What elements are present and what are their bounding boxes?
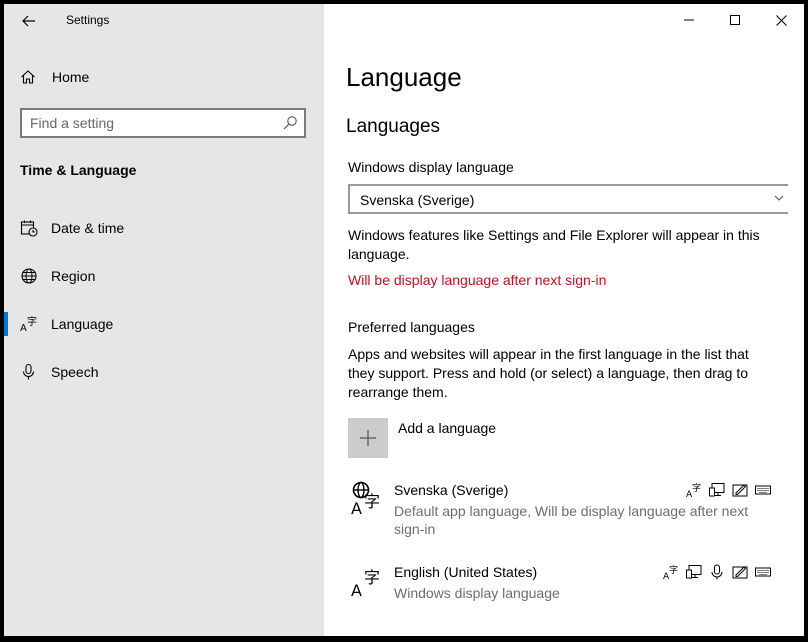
chevron-down-icon [774,195,784,201]
section-title: Languages [346,116,441,137]
preferred-languages-label: Preferred languages [348,319,475,335]
display-language-dropdown[interactable]: Svenska (Sverige) [348,184,788,214]
language-pack-icon: A字 [686,482,701,498]
speech-icon [711,564,723,580]
add-language-label[interactable]: Add a language [398,420,496,436]
close-button[interactable] [758,4,804,36]
minimize-icon [684,19,694,21]
sidebar: Settings Home Time & Language Date & tim… [4,4,324,636]
calendar-clock-icon [20,220,38,237]
sidebar-item-speech[interactable]: Speech [4,354,324,390]
display-language-label: Windows display language [348,159,514,175]
sidebar-item-region[interactable]: Region [4,258,324,294]
svg-text:A: A [20,323,27,333]
svg-text:A: A [351,581,362,598]
handwriting-icon [732,484,748,497]
back-arrow-icon [22,15,35,27]
home-label: Home [52,69,90,85]
selection-indicator [4,312,8,336]
window-title: Settings [66,13,110,27]
language-list-item-english[interactable]: A 字 English (United States) Windows disp… [324,562,804,602]
plus-icon [360,430,376,446]
language-icon: A字 [20,315,37,333]
sidebar-item-label: Language [51,316,114,332]
language-glyph-icon: A 字 [351,568,380,598]
sidebar-section-title: Time & Language [20,162,137,178]
display-language-warning: Will be display language after next sign… [348,272,607,288]
settings-window: Settings Home Time & Language Date & tim… [4,4,804,636]
svg-text:字: 字 [27,315,37,328]
sidebar-item-label: Speech [51,364,99,380]
svg-text:字: 字 [364,492,380,511]
language-description: Windows display language [394,585,560,601]
language-pack-icon: A字 [663,564,678,580]
sidebar-item-label: Region [51,268,96,284]
language-name: Svenska (Sverige) [394,482,509,498]
language-description: Default app language, Will be display la… [394,503,749,537]
microphone-icon [22,363,35,380]
display-icon [686,565,702,579]
dropdown-value: Svenska (Sverige) [360,192,475,208]
display-language-glyph-icon: A 字 [351,481,380,516]
svg-text:字: 字 [692,482,701,494]
close-icon [775,14,787,26]
language-features: A字 [663,564,771,580]
language-features: A字 [686,482,771,498]
preferred-languages-description: Apps and websites will appear in the fir… [348,346,749,400]
add-language-button[interactable] [348,418,388,458]
main-content: Language Languages Windows display langu… [324,4,804,636]
search-input[interactable] [30,115,270,131]
display-language-description: Windows features like Settings and File … [348,227,760,262]
search-box[interactable] [20,108,306,138]
home-icon [21,70,35,84]
page-title: Language [346,62,462,92]
sidebar-item-label: Date & time [51,220,125,236]
keyboard-icon [755,567,771,577]
handwriting-icon [732,566,748,579]
sidebar-item-date-time[interactable]: Date & time [4,210,324,246]
maximize-button[interactable] [712,4,758,36]
svg-text:A: A [351,499,362,516]
back-button[interactable] [18,10,40,32]
display-icon [709,483,725,497]
language-list-item-svenska[interactable]: A 字 Svenska (Sverige) Default app langua… [324,480,804,537]
svg-text:字: 字 [669,564,678,576]
home-nav-item[interactable]: Home [20,66,89,88]
language-name: English (United States) [394,564,538,580]
search-icon[interactable] [282,115,298,131]
sidebar-item-language[interactable]: A字 Language [4,306,324,342]
minimize-button[interactable] [666,4,712,36]
maximize-icon [730,15,740,25]
svg-text:字: 字 [364,568,380,587]
keyboard-icon [755,485,771,495]
globe-icon [21,268,37,284]
